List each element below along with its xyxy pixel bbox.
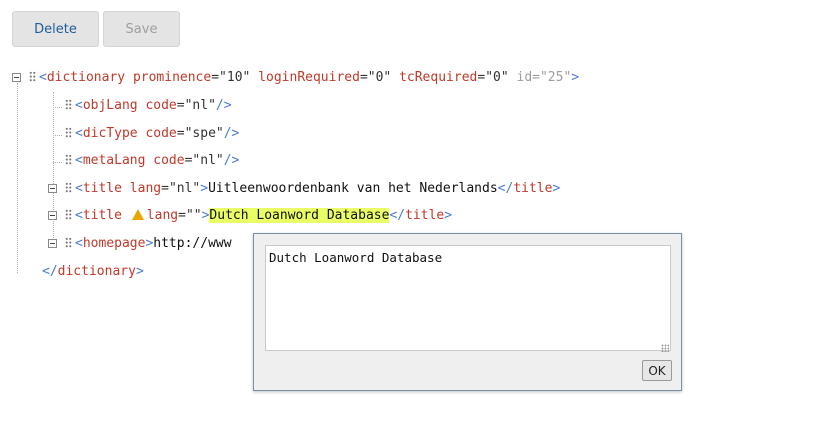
element-name: dictionary <box>57 264 136 279</box>
tree-guide-line <box>53 162 62 163</box>
attribute-name[interactable]: lang <box>130 181 161 196</box>
attribute-name[interactable]: tcRequired <box>399 70 477 85</box>
attribute-name[interactable]: code <box>153 153 184 168</box>
drag-handle-icon[interactable] <box>29 71 36 82</box>
collapse-homepage-toggle[interactable] <box>48 239 57 248</box>
drag-handle-icon[interactable] <box>65 237 72 248</box>
collapse-title-toggle[interactable] <box>48 184 57 193</box>
tree-row-dictionary-open[interactable]: <dictionary prominence="10" loginRequire… <box>29 68 579 88</box>
attribute-name[interactable]: code <box>145 98 176 113</box>
attribute-value[interactable]: "0" <box>368 70 391 85</box>
attribute-value[interactable]: "0" <box>485 70 508 85</box>
attribute-value[interactable]: "10" <box>219 70 250 85</box>
element-name: dictionary <box>46 70 126 85</box>
collapse-root-toggle[interactable] <box>12 73 21 82</box>
element-name: title <box>405 208 445 223</box>
element-text-input[interactable]: Dutch Loanword Database <box>265 245 671 351</box>
warning-icon <box>131 209 144 220</box>
tree-row-title-empty[interactable]: <title lang="">Dutch Loanword Database</… <box>65 206 452 226</box>
attribute-name[interactable]: lang <box>147 208 178 223</box>
tree-row-homepage[interactable]: <homepage>http://www <box>65 234 232 254</box>
save-button[interactable]: Save <box>103 11 180 47</box>
attribute-name[interactable]: code <box>145 126 176 141</box>
resize-handle-icon[interactable] <box>661 344 669 352</box>
element-text[interactable]: http://www <box>153 236 231 251</box>
drag-handle-icon[interactable] <box>65 182 72 193</box>
attribute-value[interactable]: "nl" <box>192 153 223 168</box>
attribute-name[interactable]: prominence <box>133 70 211 85</box>
tree-guide-line <box>53 135 62 136</box>
tree-row-metalang[interactable]: <metaLang code="nl"/> <box>65 151 239 171</box>
drag-handle-icon[interactable] <box>65 154 72 165</box>
attribute-value[interactable]: "nl" <box>169 181 200 196</box>
drag-handle-icon[interactable] <box>65 99 72 110</box>
attribute-value[interactable]: "" <box>186 208 202 223</box>
tree-row-dictype[interactable]: <dicType code="spe"/> <box>65 124 239 144</box>
element-name: dicType <box>82 126 138 141</box>
element-name: title <box>513 181 553 196</box>
id-attribute: id="25" <box>516 70 572 85</box>
delete-button[interactable]: Delete <box>12 11 99 47</box>
element-name: title <box>82 208 122 223</box>
element-name: metaLang <box>82 153 146 168</box>
collapse-title-toggle[interactable] <box>48 211 57 220</box>
drag-handle-icon[interactable] <box>65 209 72 220</box>
element-name: objLang <box>82 98 138 113</box>
element-name: homepage <box>82 236 146 251</box>
tree-guide-line <box>17 83 18 273</box>
attribute-value[interactable]: "spe" <box>185 126 224 141</box>
element-text-selected[interactable]: Dutch Loanword Database <box>209 208 390 223</box>
element-text[interactable]: Uitleenwoordenbank van het Nederlands <box>208 181 498 196</box>
attribute-value[interactable]: "nl" <box>185 98 216 113</box>
drag-handle-icon[interactable] <box>65 127 72 138</box>
attribute-name[interactable]: loginRequired <box>258 70 360 85</box>
tree-row-objlang[interactable]: <objLang code="nl"/> <box>65 96 232 116</box>
tree-guide-line <box>53 107 62 108</box>
tree-row-title-nl[interactable]: <title lang="nl">Uitleenwoordenbank van … <box>65 179 560 199</box>
tree-row-dictionary-close[interactable]: </dictionary> <box>42 262 144 282</box>
text-edit-popup: Dutch Loanword Database OK <box>253 233 682 391</box>
element-name: title <box>82 181 122 196</box>
ok-button[interactable]: OK <box>642 360 672 381</box>
